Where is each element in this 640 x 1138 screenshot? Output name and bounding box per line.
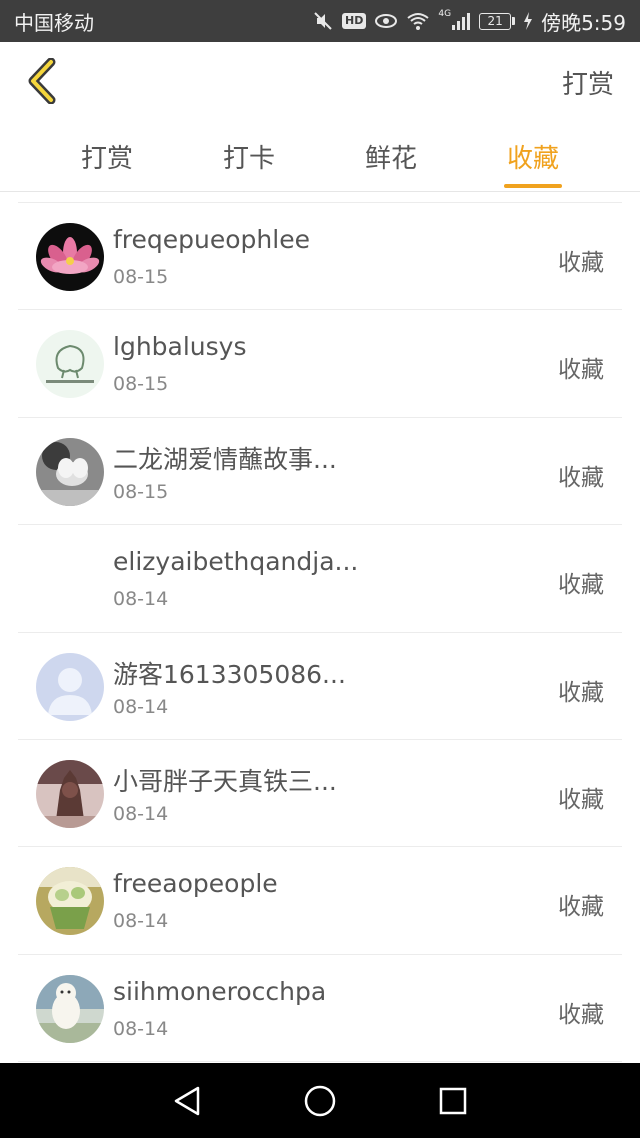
signal-icon: 4G [438, 9, 471, 33]
avatar[interactable] [36, 223, 104, 291]
user-name: elizyaibethqandja... [113, 547, 359, 577]
tab-bar: 打赏 打卡 鲜花 收藏 [0, 120, 640, 192]
favorite-label: 收藏 [558, 679, 604, 706]
avatar[interactable] [36, 437, 104, 506]
hd-icon: HD [342, 9, 367, 33]
user-name: freeaopeople [113, 869, 278, 899]
user-name: 小哥胖子天真铁三... [113, 766, 337, 796]
charging-icon [523, 9, 533, 33]
user-name: 二龙湖爱情蘸故事... [113, 444, 337, 474]
user-name: lghbalusys [113, 332, 247, 362]
status-bar: 中国移动 HD 4G 21 傍晚5:59 [0, 0, 640, 42]
battery-icon: 21 [479, 12, 516, 30]
date: 08-14 [113, 1017, 169, 1040]
app-header: 打赏 [0, 42, 640, 120]
avatar[interactable] [36, 974, 104, 1043]
triangle-back-icon [174, 1086, 199, 1115]
wifi-icon [406, 9, 430, 33]
avatar[interactable] [36, 330, 104, 399]
tab-active-indicator [504, 184, 562, 188]
nav-home-button[interactable] [295, 1076, 345, 1126]
favorite-label: 收藏 [558, 1001, 604, 1028]
tab-checkin[interactable]: 打卡 [178, 120, 320, 192]
favorite-label: 收藏 [558, 786, 604, 813]
date: 08-15 [113, 480, 169, 503]
user-name: siihmonerocchpa [113, 976, 327, 1006]
favorites-list: freqepueophlee 08-15 收藏 lghbalusys 08-15… [18, 202, 622, 1063]
date: 08-14 [113, 695, 169, 718]
tab-flowers[interactable]: 鲜花 [320, 120, 462, 192]
eye-icon [374, 9, 398, 33]
avatar[interactable] [36, 759, 104, 828]
favorite-label: 收藏 [558, 464, 604, 491]
nav-back-button[interactable] [162, 1076, 212, 1126]
list-item[interactable]: 二龙湖爱情蘸故事... 08-15 收藏 [18, 418, 622, 526]
nav-recent-button[interactable] [428, 1076, 478, 1126]
user-name: freqepueophlee [113, 225, 310, 254]
avatar[interactable] [36, 867, 104, 936]
mute-icon [312, 9, 334, 33]
page-title: 打赏 [561, 70, 614, 100]
square-recent-icon [440, 1087, 467, 1114]
list-item[interactable]: 游客1613305086... 08-14 收藏 [18, 633, 622, 740]
date: 08-14 [113, 802, 169, 825]
tab-reward[interactable]: 打赏 [36, 120, 178, 192]
date: 08-14 [113, 910, 169, 933]
avatar[interactable] [36, 652, 104, 721]
date: 08-14 [113, 588, 169, 611]
circle-home-icon [304, 1085, 336, 1116]
list-item[interactable]: 小哥胖子天真铁三... 08-14 收藏 [18, 740, 622, 848]
back-button[interactable] [20, 54, 64, 108]
date: 08-15 [113, 266, 169, 288]
list-item[interactable]: elizyaibethqandja... 08-14 收藏 [18, 525, 622, 633]
list-item[interactable]: freeaopeople 08-14 收藏 [18, 847, 622, 955]
tab-favorites[interactable]: 收藏 [462, 120, 604, 192]
clock: 傍晚5:59 [541, 10, 626, 35]
favorite-label: 收藏 [558, 572, 604, 599]
favorite-label: 收藏 [558, 357, 604, 384]
date: 08-15 [113, 373, 169, 396]
avatar[interactable] [36, 545, 104, 613]
carrier-name: 中国移动 [14, 10, 94, 35]
list-item[interactable]: lghbalusys 08-15 收藏 [18, 310, 622, 418]
user-name: 游客1613305086... [113, 659, 346, 689]
list-item[interactable]: siihmonerocchpa 08-14 收藏 [18, 955, 622, 1063]
list-item[interactable]: freqepueophlee 08-15 收藏 [18, 203, 622, 311]
system-nav-bar [0, 1063, 640, 1138]
favorite-label: 收藏 [558, 894, 604, 921]
chevron-left-icon [28, 58, 56, 104]
favorite-label: 收藏 [558, 250, 604, 276]
